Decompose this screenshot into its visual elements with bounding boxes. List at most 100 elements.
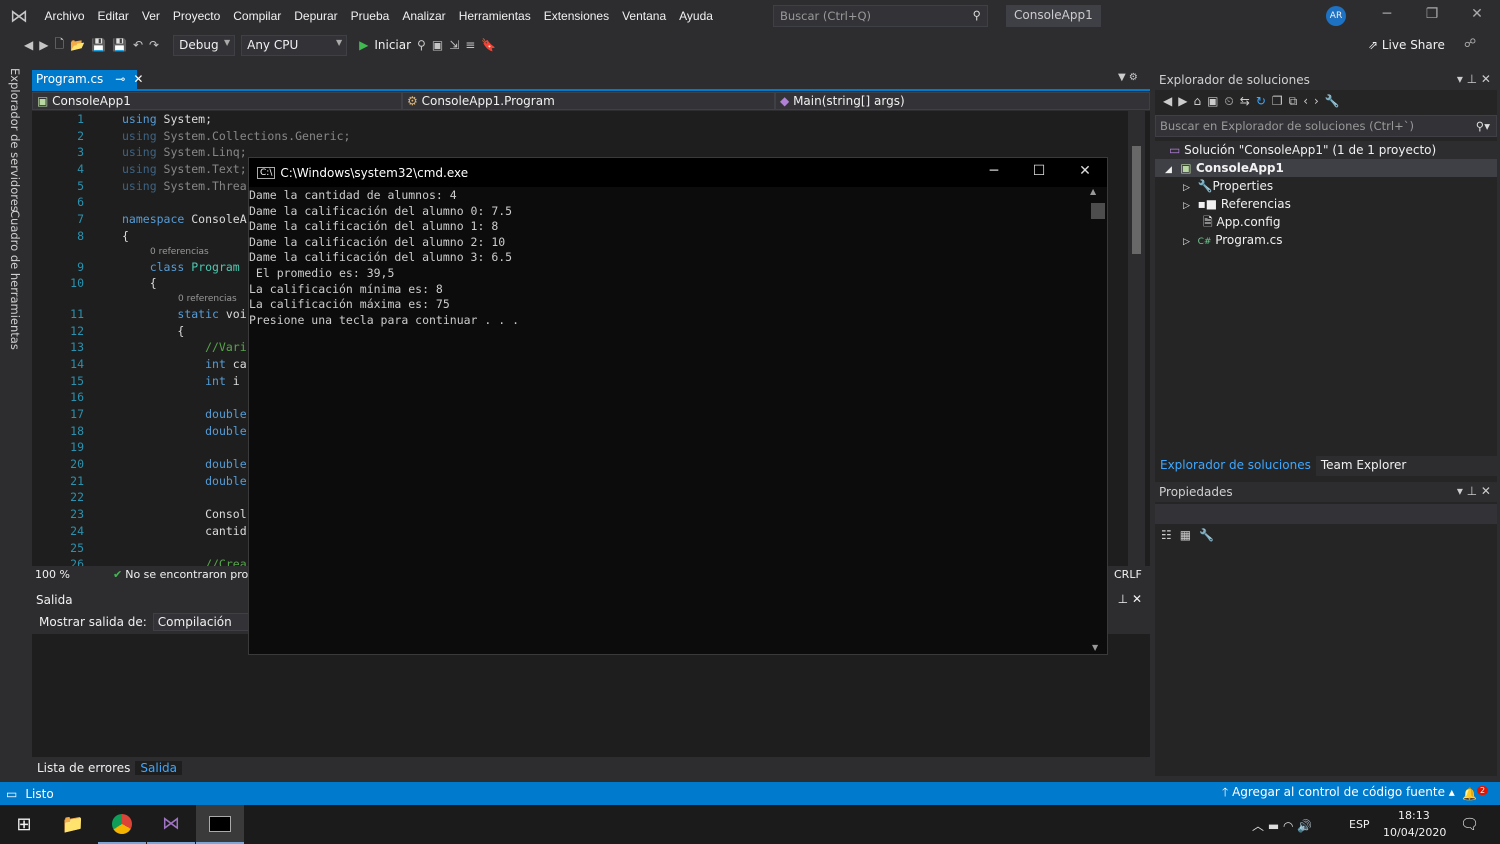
- menu-extensiones[interactable]: Extensiones: [537, 9, 615, 23]
- cmd-title-bar[interactable]: C:\ C:\Windows\system32\cmd.exe ─ ☐ ✕: [249, 158, 1107, 187]
- cmd-scrollbar[interactable]: ▲ ▼: [1090, 187, 1107, 654]
- menu-ayuda[interactable]: Ayuda: [673, 9, 720, 23]
- tree-properties[interactable]: ▷ 🔧Properties: [1155, 177, 1497, 195]
- cmd-minimize-button[interactable]: ─: [971, 163, 1017, 179]
- new-project-icon[interactable]: 🗋: [54, 35, 64, 56]
- step-icon[interactable]: ⇲: [449, 38, 459, 52]
- properties-toolbar[interactable]: ☷▦🔧: [1155, 524, 1497, 546]
- pin-icon[interactable]: ⊸: [115, 72, 125, 86]
- browse-icon[interactable]: ▣: [432, 38, 443, 52]
- code-text: int i: [205, 373, 240, 388]
- cmd-maximize-button[interactable]: ☐: [1016, 163, 1062, 179]
- editor-scrollbar[interactable]: [1128, 111, 1145, 566]
- tab-error-list[interactable]: Lista de errores: [32, 761, 135, 775]
- scroll-down-icon[interactable]: ▼: [1092, 643, 1098, 652]
- save-all-icon[interactable]: 💾: [112, 38, 127, 52]
- avatar[interactable]: AR: [1326, 6, 1346, 26]
- chrome-icon[interactable]: [98, 805, 146, 844]
- properties-object-select[interactable]: [1155, 504, 1497, 524]
- tab-program-cs[interactable]: Program.cs ⊸ ✕: [32, 70, 143, 90]
- visual-studio-icon[interactable]: ⋈: [147, 805, 195, 844]
- menu-ventana[interactable]: Ventana: [616, 9, 673, 23]
- action-center-icon[interactable]: 🗨: [1460, 815, 1479, 833]
- tab-list-icon[interactable]: ▼ ⚙: [1118, 72, 1138, 83]
- scrollbar-thumb[interactable]: [1132, 146, 1141, 254]
- cmd-line: La calificación mínima es: 8: [249, 281, 443, 296]
- toolbox-tab[interactable]: Cuadro de herramientas: [8, 210, 22, 350]
- configuration-select[interactable]: Debug ▼: [173, 34, 236, 56]
- tree-project[interactable]: ◢ ▣ ConsoleApp1: [1155, 159, 1497, 177]
- open-icon[interactable]: 📂: [70, 38, 85, 52]
- menu-editar[interactable]: Editar: [91, 9, 135, 23]
- feedback-icon[interactable]: ☍: [1464, 36, 1476, 50]
- close-tab-icon[interactable]: ✕: [133, 72, 143, 86]
- server-explorer-tab[interactable]: Explorador de servidores: [8, 68, 22, 212]
- tab-solution-explorer[interactable]: Explorador de soluciones: [1155, 456, 1316, 476]
- line-number: 2: [77, 128, 84, 143]
- pane-controls-icon[interactable]: ▾ ⊥ ✕: [1457, 484, 1491, 498]
- menu-archivo[interactable]: Archivo: [38, 9, 91, 23]
- menu-compilar[interactable]: Compilar: [227, 9, 288, 23]
- code-text: using System.Threa: [122, 178, 247, 193]
- properties-panel: Propiedades ▾ ⊥ ✕ ☷▦🔧: [1155, 482, 1497, 546]
- language-indicator[interactable]: ESP: [1349, 818, 1370, 831]
- menu-ver[interactable]: Ver: [135, 9, 166, 23]
- tree-program-cs[interactable]: ▷ C# Program.cs: [1155, 231, 1497, 249]
- live-share-button[interactable]: ⇗ Live Share: [1368, 38, 1445, 52]
- play-icon[interactable]: ▶: [359, 38, 368, 52]
- format-icon[interactable]: ≡: [465, 38, 475, 52]
- refresh-icon[interactable]: ↻: [1256, 94, 1272, 108]
- menu-herramientas[interactable]: Herramientas: [452, 9, 537, 23]
- cmd-scroll-thumb[interactable]: [1091, 203, 1105, 219]
- search-input[interactable]: Buscar (Ctrl+Q) ⚲: [773, 5, 988, 27]
- project-nav-select[interactable]: ▣ ConsoleApp1: [32, 92, 402, 110]
- properties-title: Propiedades: [1159, 485, 1233, 499]
- line-ending[interactable]: CRLF: [1114, 568, 1142, 581]
- undo-icon[interactable]: ↶: [133, 38, 143, 52]
- back-icon[interactable]: ◀: [24, 38, 33, 52]
- source-control-button[interactable]: 🡑 Agregar al control de código fuente ▴: [1222, 783, 1455, 804]
- minimize-button[interactable]: ─: [1372, 6, 1402, 22]
- platform-select[interactable]: Any CPU ▼: [241, 34, 348, 56]
- code-line[interactable]: 2 using System.Collections.Generic;: [32, 128, 1150, 145]
- scroll-up-icon[interactable]: ▲: [1090, 187, 1096, 196]
- menu-proyecto[interactable]: Proyecto: [166, 9, 226, 23]
- clock-time[interactable]: 18:13: [1398, 809, 1430, 822]
- line-number: 6: [77, 195, 84, 210]
- cmd-window[interactable]: C:\ C:\Windows\system32\cmd.exe ─ ☐ ✕ Da…: [248, 157, 1108, 655]
- issues-text[interactable]: No se encontraron probl: [125, 568, 258, 581]
- tab-team-explorer[interactable]: Team Explorer: [1316, 456, 1412, 476]
- pin-close-icons[interactable]: ⊥ ✕: [1118, 592, 1142, 606]
- type-nav-select[interactable]: ⚙ ConsoleApp1.Program: [402, 92, 775, 110]
- file-explorer-icon[interactable]: 📁: [49, 805, 97, 844]
- notifications-icon[interactable]: 🔔 2: [1462, 786, 1489, 801]
- find-icon[interactable]: ⚲: [417, 38, 426, 52]
- pane-controls-icon[interactable]: ▾ ⊥ ✕: [1457, 72, 1491, 86]
- menu-depurar[interactable]: Depurar: [288, 9, 344, 23]
- tray-icons[interactable]: ︿ ▬ ◠ 🔊: [1252, 817, 1312, 834]
- restore-button[interactable]: ❐: [1417, 6, 1447, 22]
- tab-output[interactable]: Salida: [135, 760, 182, 775]
- menu-analizar[interactable]: Analizar: [396, 9, 452, 23]
- solution-search-input[interactable]: Buscar en Explorador de soluciones (Ctrl…: [1155, 115, 1497, 137]
- solution-explorer-toolbar[interactable]: ◀▶⌂▣⏲⇆↻❐⧉‹›🔧: [1155, 90, 1497, 114]
- item-label: Referencias: [1220, 197, 1291, 211]
- member-nav-select[interactable]: ◆ Main(string[] args): [775, 92, 1150, 110]
- start-button[interactable]: Iniciar: [374, 38, 411, 52]
- close-button[interactable]: ✕: [1462, 6, 1492, 22]
- tree-references[interactable]: ▷ ▪■ Referencias: [1155, 195, 1497, 213]
- bookmark-icon[interactable]: 🔖: [481, 38, 496, 52]
- save-icon[interactable]: 💾: [91, 38, 106, 52]
- code-line[interactable]: 1 using System;: [32, 111, 1150, 128]
- properties-header: Propiedades ▾ ⊥ ✕: [1155, 482, 1497, 502]
- tree-app-config[interactable]: 🗎 App.config: [1155, 213, 1497, 231]
- forward-icon[interactable]: ▶: [39, 38, 48, 52]
- clock-date[interactable]: 10/04/2020: [1383, 826, 1446, 839]
- zoom-level[interactable]: 100 %: [32, 568, 107, 581]
- redo-icon[interactable]: ↷: [149, 38, 159, 52]
- tree-solution[interactable]: ▭ Solución "ConsoleApp1" (1 de 1 proyect…: [1155, 141, 1497, 159]
- cmd-close-button[interactable]: ✕: [1062, 163, 1108, 179]
- menu-prueba[interactable]: Prueba: [344, 9, 396, 23]
- cmd-taskbar-icon[interactable]: [196, 805, 244, 844]
- windows-start-icon[interactable]: ⊞: [0, 805, 48, 844]
